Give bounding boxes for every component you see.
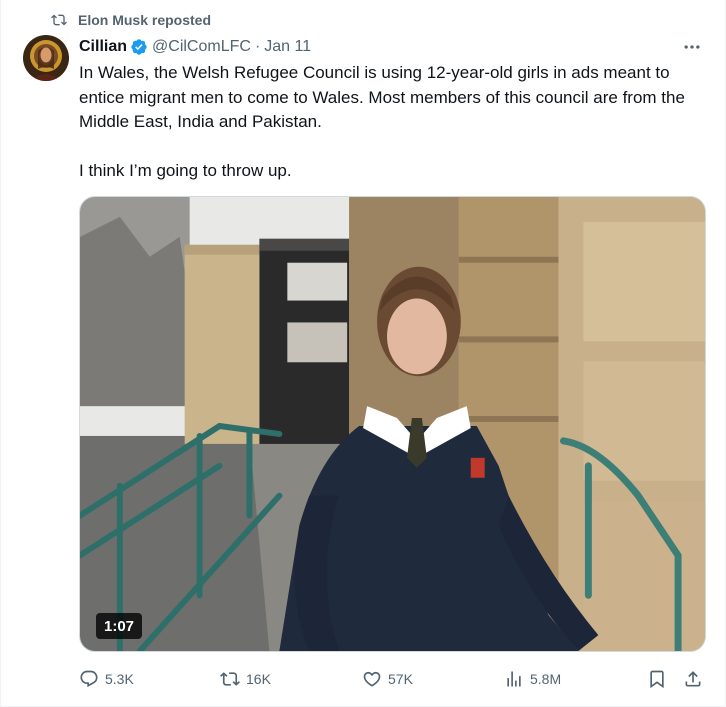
bookmark-button[interactable]	[647, 666, 667, 692]
header-separator: ·	[254, 38, 261, 55]
repost-button[interactable]: 16K	[220, 666, 271, 692]
tweet-paragraph: In Wales, the Welsh Refugee Council is u…	[79, 63, 685, 131]
more-icon	[684, 45, 700, 49]
social-context-text: Elon Musk reposted	[78, 12, 212, 28]
video-thumbnail	[80, 197, 705, 651]
tweet-paragraph: I think I’m going to throw up.	[79, 161, 292, 180]
views-count: 5.8M	[530, 671, 562, 687]
share-icon	[685, 671, 701, 687]
like-button[interactable]: 57K	[362, 666, 413, 692]
reply-count: 5.3K	[105, 671, 134, 687]
tweet-card[interactable]: Elon Musk reposted Cillian @CilComLFC · …	[0, 0, 726, 707]
author-name[interactable]: Cillian	[79, 38, 127, 56]
tweet-text: In Wales, the Welsh Refugee Council is u…	[79, 61, 709, 184]
reply-button[interactable]: 5.3K	[79, 666, 134, 692]
share-button[interactable]	[683, 666, 703, 692]
reply-icon	[80, 670, 98, 688]
avatar[interactable]	[23, 35, 69, 81]
avatar-icon	[23, 35, 69, 81]
heart-icon	[363, 671, 381, 687]
action-bar: 5.3K 16K 57K 5.8M	[79, 666, 709, 692]
like-count: 57K	[388, 671, 413, 687]
more-options-button[interactable]	[679, 36, 705, 58]
repost-icon	[51, 14, 67, 26]
tweet-date[interactable]: Jan 11	[264, 38, 311, 56]
author-handle[interactable]: @CilComLFC	[152, 38, 251, 56]
verified-badge-icon[interactable]	[130, 38, 148, 56]
repost-count: 16K	[246, 671, 271, 687]
social-context[interactable]: Elon Musk reposted	[51, 11, 211, 29]
video-duration-badge: 1:07	[96, 613, 143, 639]
tweet-header: Cillian @CilComLFC · Jan 11	[79, 36, 311, 58]
repost-icon	[220, 672, 240, 686]
views-button[interactable]: 5.8M	[504, 666, 561, 692]
views-icon	[507, 671, 521, 687]
video-player[interactable]: 1:07	[79, 196, 706, 652]
bookmark-icon	[650, 670, 664, 689]
